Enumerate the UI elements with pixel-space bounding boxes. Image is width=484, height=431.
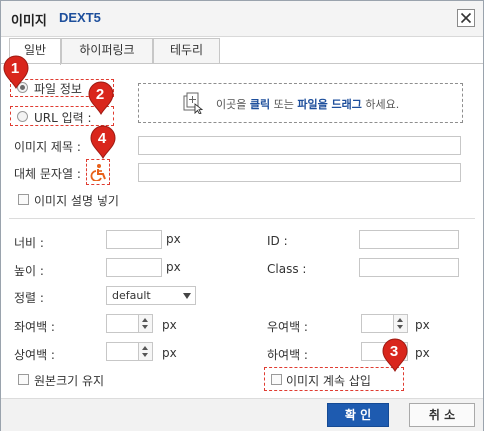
arrow-up-icon <box>142 318 148 322</box>
tab-divider <box>1 63 483 64</box>
file-dropzone[interactable]: 이곳을 클릭 또는 파일을 드래그 하세요. <box>138 83 463 123</box>
right-margin-stepper[interactable] <box>361 314 408 333</box>
marker-4: 4 <box>89 125 117 160</box>
bottom-margin-unit: px <box>415 346 430 360</box>
marker-3: 3 <box>381 338 409 373</box>
accessibility-icon[interactable] <box>89 163 107 181</box>
alt-text-input[interactable] <box>138 163 461 182</box>
top-margin-label: 상여백 : <box>14 348 55 362</box>
right-margin-unit: px <box>415 318 430 332</box>
arrow-up-icon <box>142 346 148 350</box>
continuous-insert-label: 이미지 계속 삽입 <box>286 374 371 388</box>
height-input[interactable] <box>106 258 162 277</box>
id-input[interactable] <box>359 230 459 249</box>
dropzone-click-link[interactable]: 클릭 <box>250 98 270 111</box>
title-bar: 이미지 DEXT5 <box>1 1 483 37</box>
stepper-buttons[interactable] <box>138 315 152 332</box>
url-label: URL 입력 : <box>34 111 92 125</box>
arrow-down-icon <box>142 353 148 357</box>
alt-text-label: 대체 문자열 : <box>14 167 81 181</box>
align-label: 정렬 : <box>14 291 44 305</box>
class-label: Class : <box>267 262 307 276</box>
dropzone-text: 이곳을 클릭 또는 파일을 드래그 하세요. <box>216 98 400 111</box>
top-margin-stepper[interactable] <box>106 342 153 361</box>
file-info-label: 파일 정보 <box>34 82 82 96</box>
arrow-down-icon <box>397 325 403 329</box>
add-caption-checkbox[interactable] <box>18 194 29 205</box>
bottom-margin-label: 하여백 : <box>267 348 308 362</box>
dropzone-drag-text: 파일을 드래그 <box>297 98 362 111</box>
height-unit: px <box>166 260 181 274</box>
keep-original-size-label: 원본크기 유지 <box>34 374 105 388</box>
width-unit: px <box>166 232 181 246</box>
dialog-title: 이미지 <box>11 14 47 29</box>
right-margin-label: 우여백 : <box>267 320 308 334</box>
image-dialog: 이미지 DEXT5 일반 하이퍼링크 테두리 파일 정보 URL 입력 : 이곳… <box>0 0 484 431</box>
left-margin-stepper[interactable] <box>106 314 153 333</box>
image-title-input[interactable] <box>138 136 461 155</box>
top-margin-unit: px <box>162 346 177 360</box>
height-label: 높이 : <box>14 264 44 278</box>
arrow-up-icon <box>397 318 403 322</box>
stepper-buttons[interactable] <box>138 343 152 360</box>
chevron-down-icon <box>183 293 191 299</box>
dialog-product-name: DEXT5 <box>59 10 101 25</box>
tab-border[interactable]: 테두리 <box>153 38 220 63</box>
tab-hyperlink[interactable]: 하이퍼링크 <box>61 38 153 63</box>
width-input[interactable] <box>106 230 162 249</box>
align-selected-value: default <box>112 289 151 302</box>
keep-original-size-checkbox[interactable] <box>18 374 29 385</box>
continuous-insert-checkbox[interactable] <box>271 374 282 385</box>
section-divider <box>9 218 475 219</box>
ok-button[interactable]: 확 인 <box>327 403 389 427</box>
id-label: ID : <box>267 234 288 248</box>
left-margin-unit: px <box>162 318 177 332</box>
marker-2: 2 <box>87 81 115 116</box>
cancel-button[interactable]: 취 소 <box>409 403 475 427</box>
marker-1: 1 <box>2 55 30 90</box>
class-input[interactable] <box>359 258 459 277</box>
image-upload-icon <box>183 92 204 114</box>
arrow-down-icon <box>142 325 148 329</box>
left-margin-label: 좌여백 : <box>14 320 55 334</box>
add-caption-label: 이미지 설명 넣기 <box>34 194 119 208</box>
width-label: 너비 : <box>14 236 44 250</box>
stepper-buttons[interactable] <box>393 315 407 332</box>
close-button[interactable] <box>457 9 475 27</box>
align-select[interactable]: default <box>106 286 196 305</box>
image-title-label: 이미지 제목 : <box>14 140 81 154</box>
url-radio[interactable] <box>17 111 28 122</box>
close-icon <box>460 12 472 24</box>
